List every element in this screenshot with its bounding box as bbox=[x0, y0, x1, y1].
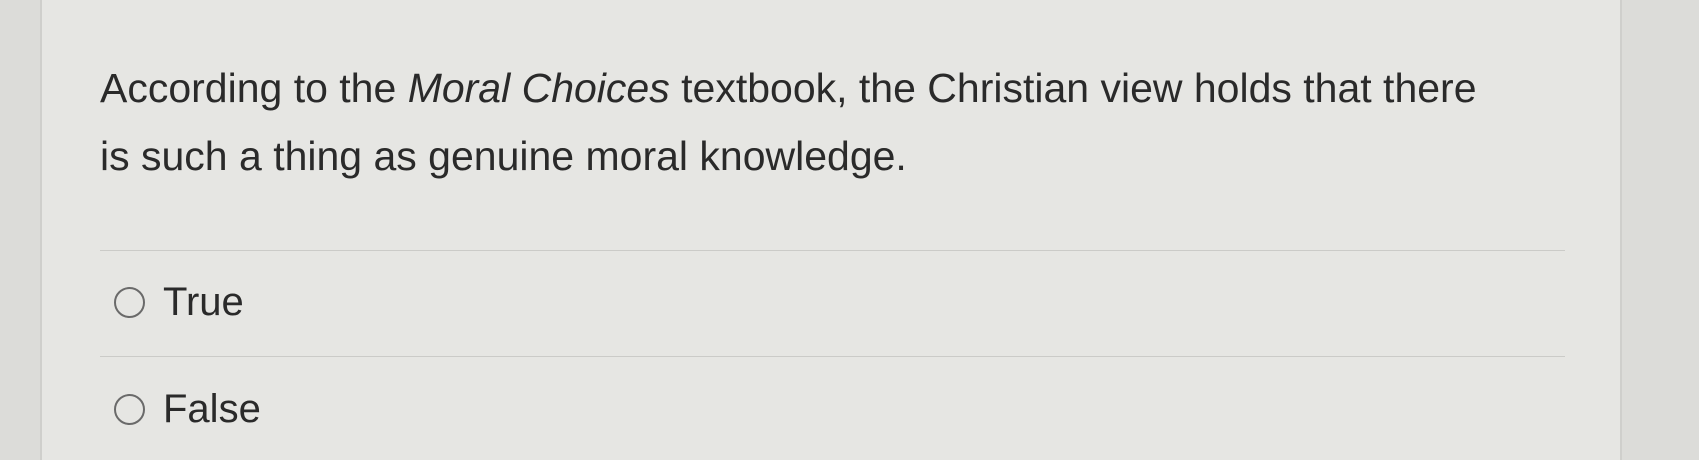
question-text: According to the Moral Choices textbook,… bbox=[100, 54, 1480, 190]
option-true-label: True bbox=[163, 280, 244, 324]
radio-unchecked-icon[interactable] bbox=[114, 393, 145, 425]
question-text-italic-title: Moral Choices bbox=[407, 65, 670, 111]
radio-unchecked-icon[interactable] bbox=[114, 286, 145, 318]
question-card: According to the Moral Choices textbook,… bbox=[40, 0, 1622, 460]
option-false[interactable]: False bbox=[114, 385, 261, 433]
option-false-label: False bbox=[163, 387, 261, 431]
question-text-before: According to the bbox=[100, 65, 408, 111]
divider-top bbox=[100, 250, 1565, 251]
divider-middle bbox=[100, 356, 1565, 357]
option-true[interactable]: True bbox=[114, 278, 244, 326]
